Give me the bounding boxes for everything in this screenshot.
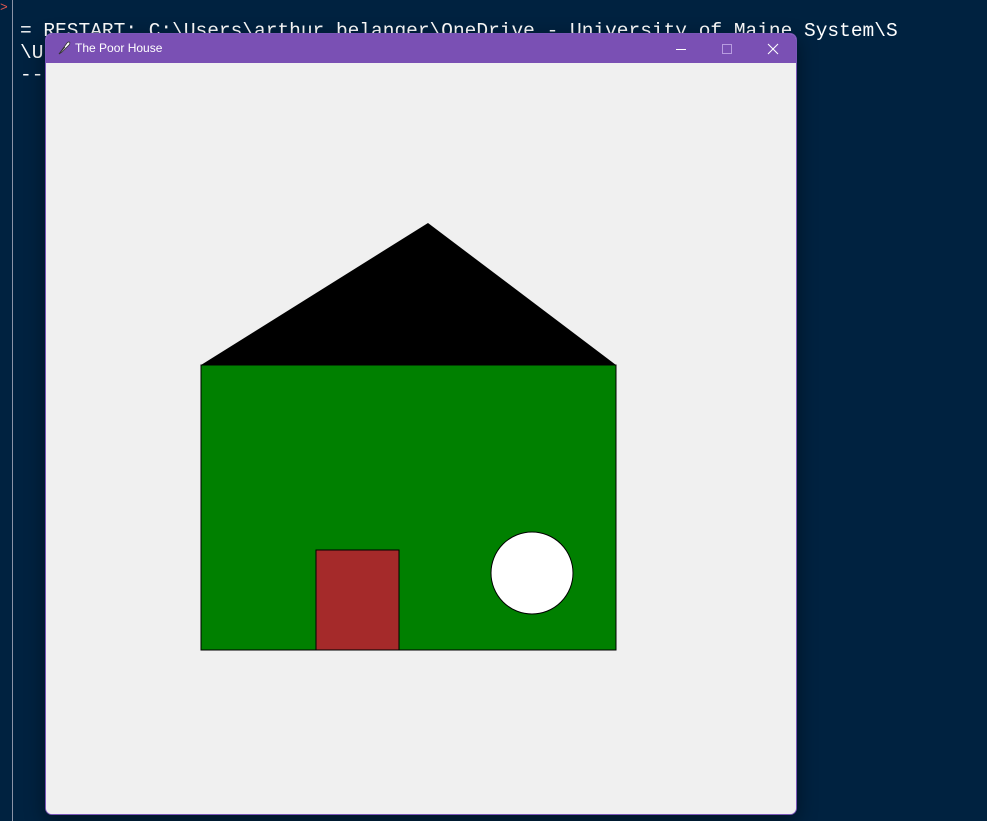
feather-icon	[58, 41, 71, 55]
close-icon	[767, 43, 778, 54]
maximize-button[interactable]	[704, 34, 749, 63]
shell-gutter	[0, 0, 13, 821]
house-drawing	[200, 223, 617, 651]
house-roof	[201, 223, 616, 365]
minimize-button[interactable]	[658, 34, 703, 63]
house-door	[315, 549, 400, 651]
shell-line-2: \U	[20, 42, 44, 64]
shell-prompt-marker: >	[0, 0, 8, 15]
window-titlebar[interactable]: The Poor House	[46, 34, 796, 63]
house-window	[490, 531, 574, 615]
window-title: The Poor House	[75, 41, 163, 55]
minimize-icon	[675, 48, 686, 50]
tk-window[interactable]: The Poor House	[45, 33, 797, 815]
maximize-icon	[721, 43, 732, 54]
close-button[interactable]	[750, 34, 795, 63]
drawing-canvas[interactable]	[46, 63, 796, 814]
shell-line-3: --	[20, 64, 44, 86]
